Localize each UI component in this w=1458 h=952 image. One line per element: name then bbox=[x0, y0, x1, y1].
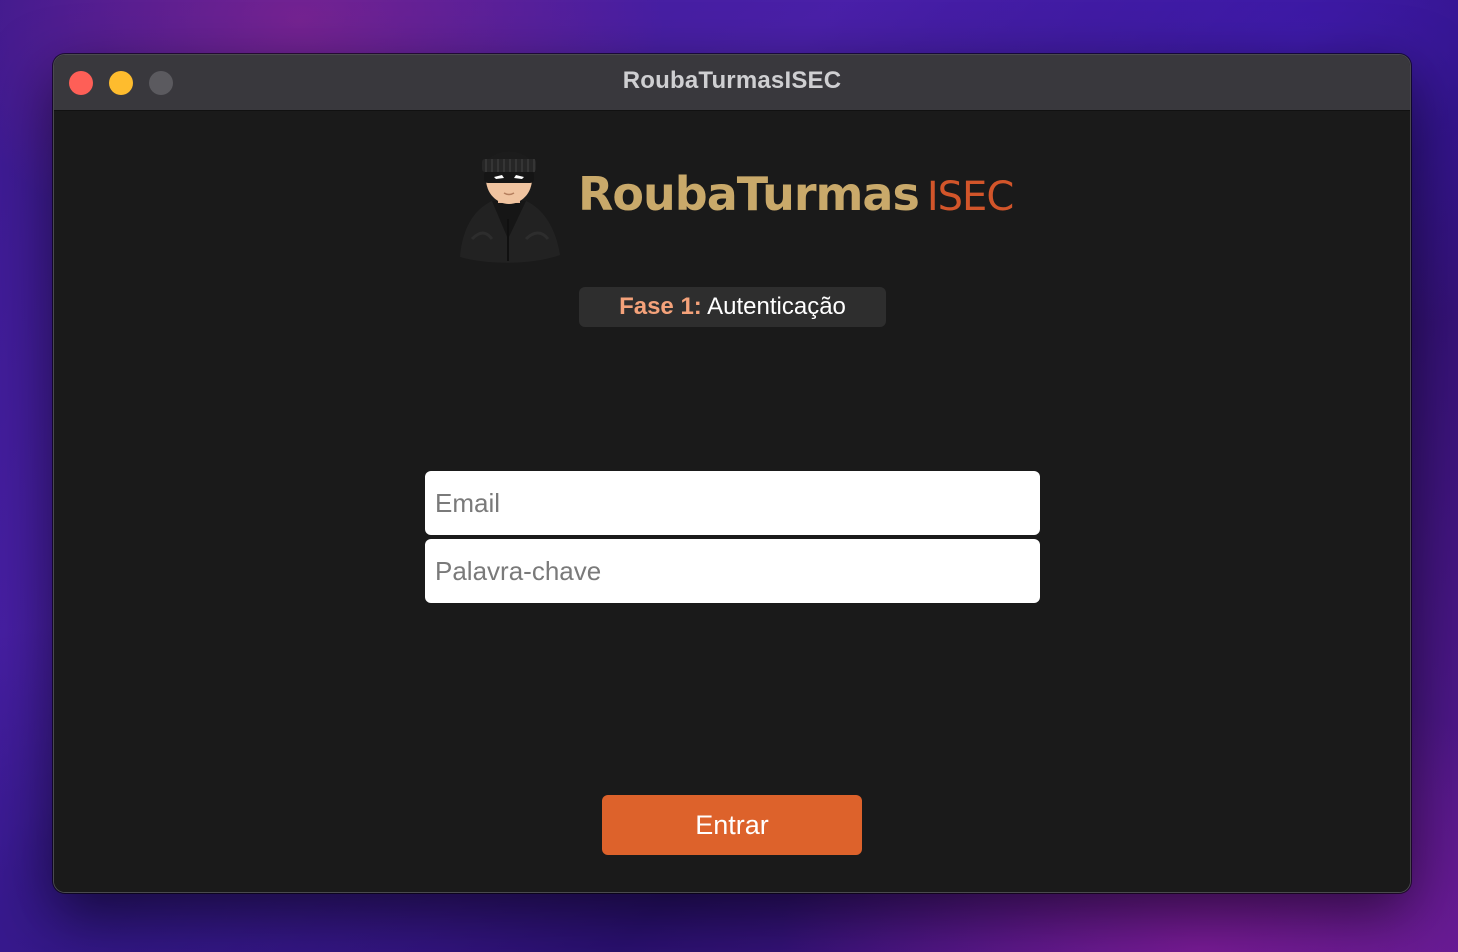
app-window: RoubaTurmasISEC RoubaTurmas ISEC Fase 1:… bbox=[53, 54, 1411, 893]
phase-label: Fase 1: bbox=[619, 293, 702, 320]
thief-mascot-icon bbox=[452, 139, 566, 263]
login-button[interactable]: Entrar bbox=[602, 795, 862, 855]
login-view: RoubaTurmasISEC Fase 1: Autenticação Ent… bbox=[54, 111, 1410, 892]
phase-badge: Fase 1: Autenticação bbox=[579, 287, 886, 327]
app-logo: RoubaTurmas ISEC bbox=[578, 171, 1014, 220]
logo-sub-text: ISEC bbox=[926, 174, 1014, 220]
logo-main-text: RoubaTurmas bbox=[578, 167, 920, 221]
phase-name: Autenticação bbox=[707, 293, 846, 320]
password-input[interactable] bbox=[425, 539, 1040, 603]
title-bar[interactable]: RoubaTurmasISEC bbox=[54, 55, 1410, 111]
email-input[interactable] bbox=[425, 471, 1040, 535]
window-title: RoubaTurmasISEC bbox=[622, 67, 842, 94]
